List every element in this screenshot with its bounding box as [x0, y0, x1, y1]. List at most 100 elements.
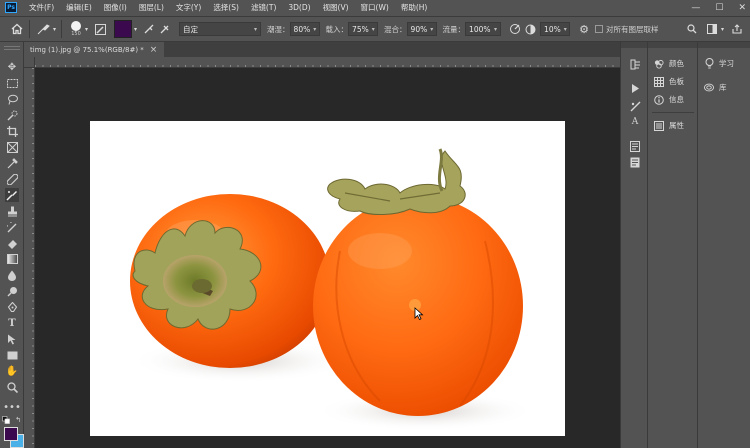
angle-field[interactable]: 10% ▾	[540, 22, 571, 36]
rectangle-tool-icon[interactable]	[5, 348, 19, 362]
chevron-down-icon[interactable]: ▾	[721, 26, 724, 33]
menu-edit[interactable]: 编辑(E)	[66, 2, 92, 13]
chevron-down-icon[interactable]: ▾	[53, 26, 56, 33]
chevron-down-icon[interactable]: ▾	[134, 26, 137, 33]
maximize-button[interactable]: ☐	[715, 3, 723, 13]
zoom-tool-icon[interactable]	[5, 380, 19, 394]
menu-layer[interactable]: 图层(L)	[139, 2, 164, 13]
load-brush-icon[interactable]	[141, 23, 157, 35]
gradient-tool-icon[interactable]	[5, 252, 19, 266]
swatches-panel-tab[interactable]: 色板	[654, 76, 684, 87]
horizontal-ruler[interactable]	[35, 57, 620, 68]
wetness-value: 80%	[293, 24, 311, 34]
wetness-field[interactable]: 80% ▾	[289, 22, 320, 36]
blur-tool-icon[interactable]	[5, 268, 19, 282]
character-panel-icon[interactable]: A	[629, 116, 641, 128]
options-bar: ▾ 150 ▾ ▾ 自定 ▾ 潮湿： 80% ▾ 载入： 75% ▾ 混合： 9…	[0, 16, 750, 42]
more-tools-icon[interactable]: •••	[3, 400, 21, 414]
current-brush-load-swatch[interactable]	[114, 20, 133, 38]
pen-tool-icon[interactable]	[5, 300, 19, 314]
home-icon[interactable]	[10, 22, 24, 36]
eyedropper-tool-icon[interactable]	[5, 156, 19, 170]
menu-select[interactable]: 选择(S)	[213, 2, 239, 13]
brush-preset-picker[interactable]: 150	[67, 21, 85, 37]
panel-grip	[621, 42, 647, 48]
crop-tool-icon[interactable]	[5, 124, 19, 138]
tool-preset-mixer-brush-icon[interactable]	[35, 23, 53, 35]
libraries-panel-tab[interactable]: 库	[704, 82, 727, 93]
hand-tool-icon[interactable]: ✋	[5, 364, 19, 378]
share-icon[interactable]	[730, 24, 744, 34]
menu-filter[interactable]: 滤镜(T)	[251, 2, 276, 13]
search-icon[interactable]	[685, 24, 699, 34]
notes-panel-icon[interactable]	[629, 156, 641, 168]
clone-stamp-tool-icon[interactable]	[5, 204, 19, 218]
default-colors-icon[interactable]	[2, 416, 10, 424]
gear-icon[interactable]: ⚙	[576, 23, 592, 36]
brush-tip-icon	[71, 21, 82, 31]
vertical-ruler[interactable]	[24, 68, 35, 448]
color-palette-icon	[654, 59, 664, 69]
move-tool-icon[interactable]: ✥	[5, 60, 19, 74]
info-icon	[654, 94, 664, 105]
swap-colors-icon[interactable]: ↰	[14, 416, 22, 424]
load-label: 载入：	[325, 24, 349, 34]
eraser-tool-icon[interactable]	[5, 236, 19, 250]
close-button[interactable]: ✕	[738, 3, 746, 13]
learn-panel-tab[interactable]: 学习	[704, 58, 734, 69]
healing-brush-tool-icon[interactable]	[5, 172, 19, 186]
panel-grip	[4, 46, 20, 50]
frame-tool-icon[interactable]	[5, 140, 19, 154]
canvas-workspace[interactable]	[35, 68, 620, 448]
close-tab-icon[interactable]: ×	[150, 45, 158, 55]
window-controls: — ☐ ✕	[691, 0, 746, 15]
ruler-origin[interactable]	[24, 57, 35, 68]
menu-file[interactable]: 文件(F)	[29, 2, 54, 13]
marquee-tool-icon[interactable]	[5, 76, 19, 90]
menu-window[interactable]: 窗口(W)	[361, 2, 389, 13]
menu-image[interactable]: 图像(I)	[104, 2, 127, 13]
tools-panel: ✥ T ✋ ••• ↰	[0, 42, 24, 448]
mix-field[interactable]: 90% ▾	[406, 22, 437, 36]
lasso-tool-icon[interactable]	[5, 92, 19, 106]
separator	[61, 20, 63, 38]
menu-help[interactable]: 帮助(H)	[401, 2, 428, 13]
history-panel-icon[interactable]	[629, 58, 641, 70]
properties-panel-tab[interactable]: 属性	[654, 120, 684, 131]
actions-panel-icon[interactable]	[629, 82, 641, 94]
document-tab[interactable]: timg (1).jpg @ 75.1%(RGB/8#) * ×	[24, 42, 164, 57]
mix-value: 90%	[410, 24, 428, 34]
path-select-tool-icon[interactable]	[5, 332, 19, 346]
chevron-down-icon[interactable]: ▾	[85, 26, 88, 33]
mixer-brush-tool-icon[interactable]	[5, 188, 19, 202]
flow-value: 100%	[469, 24, 491, 34]
panel-divider	[652, 112, 694, 113]
load-field[interactable]: 75% ▾	[348, 22, 379, 36]
sample-all-layers-checkbox[interactable]	[595, 25, 604, 33]
persimmons-photo	[130, 148, 535, 431]
airbrush-icon[interactable]	[507, 23, 523, 35]
document-tab-title: timg (1).jpg @ 75.1%(RGB/8#) *	[30, 45, 144, 54]
type-tool-icon[interactable]: T	[5, 316, 19, 330]
workspace-icon[interactable]	[705, 24, 719, 34]
brush-settings-icon[interactable]	[629, 100, 641, 112]
color-panel-tab[interactable]: 颜色	[654, 58, 684, 69]
flow-field[interactable]: 100% ▾	[465, 22, 502, 36]
minimize-button[interactable]: —	[691, 3, 700, 13]
swatches-grid-icon	[654, 76, 664, 87]
brush-settings-panel-icon[interactable]	[92, 23, 108, 35]
quick-select-tool-icon[interactable]	[5, 108, 19, 122]
photoshop-logo: Ps	[5, 2, 17, 13]
info-panel-tab[interactable]: 信息	[654, 94, 684, 105]
clean-brush-icon[interactable]	[157, 23, 173, 35]
paragraph-panel-icon[interactable]	[629, 140, 641, 152]
menu-3d[interactable]: 3D(D)	[288, 3, 310, 12]
document-canvas[interactable]	[90, 121, 565, 436]
foreground-color-swatch[interactable]	[4, 427, 18, 441]
blend-combo-select[interactable]: 自定 ▾	[179, 22, 262, 36]
dodge-tool-icon[interactable]	[5, 284, 19, 298]
menu-view[interactable]: 视图(V)	[323, 2, 349, 13]
history-brush-tool-icon[interactable]	[5, 220, 19, 234]
menu-type[interactable]: 文字(Y)	[176, 2, 201, 13]
libraries-cloud-icon	[704, 83, 714, 93]
